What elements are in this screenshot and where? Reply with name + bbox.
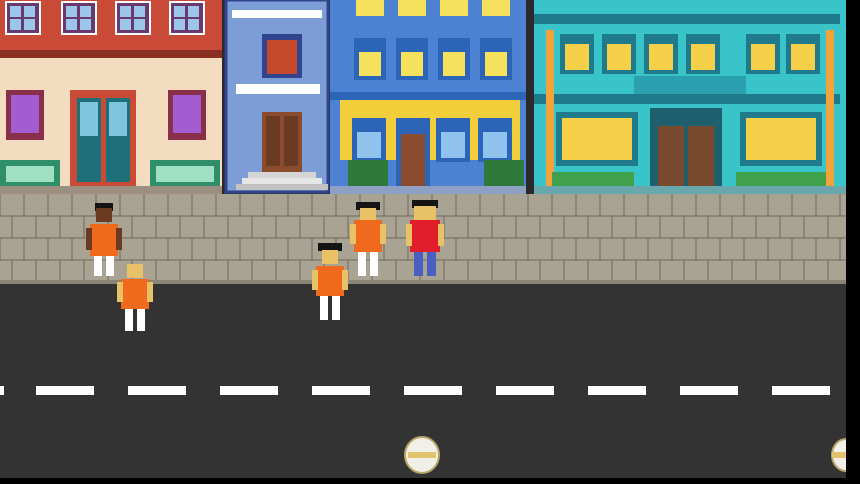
game-canvas[interactable] <box>0 0 846 478</box>
blue-townhouse-building <box>224 0 330 194</box>
helmet-item-center[interactable] <box>404 436 440 474</box>
game-scene[interactable] <box>0 0 846 478</box>
building-row <box>0 0 846 194</box>
teal-victorian-building <box>534 0 846 194</box>
brick-shop-building <box>0 0 222 194</box>
blue-yellow-rowhouse-building <box>330 0 526 194</box>
